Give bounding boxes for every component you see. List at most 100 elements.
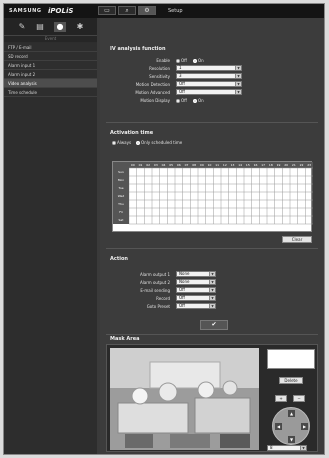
zoom-in-button[interactable]: + bbox=[275, 395, 287, 402]
radio-label: Always bbox=[117, 140, 132, 145]
schedule-grid[interactable]: 00 01 02 03 04 05 06 07 08 09 10 11 12 13 14 15 16 17 18 19… bbox=[112, 161, 313, 232]
hour-header-cell: 06 bbox=[176, 163, 181, 167]
email-sending-select[interactable]: Off ▼ bbox=[176, 287, 216, 293]
left-arrow-icon[interactable]: ◀ bbox=[275, 423, 282, 430]
alarm-output-2-value: None bbox=[179, 279, 190, 284]
chevron-down-icon: ▼ bbox=[235, 74, 241, 78]
search-icon[interactable]: ⌕ bbox=[118, 6, 136, 15]
goto-preset-label: Goto Preset bbox=[146, 304, 170, 309]
motion-display-off-radio[interactable]: Off bbox=[176, 98, 187, 103]
hour-header-cell: 11 bbox=[215, 163, 220, 167]
hour-header-cell: 10 bbox=[207, 163, 212, 167]
action-title: Action bbox=[110, 256, 128, 262]
resolution-value: 1 bbox=[179, 65, 182, 70]
document-icon[interactable]: ▤ bbox=[34, 22, 46, 32]
delete-button[interactable]: Delete bbox=[279, 377, 303, 384]
apply-button[interactable]: ✔ bbox=[200, 320, 228, 330]
sidebar-menu: FTP / E-mail SD record Alarm input 1 Ala… bbox=[4, 43, 97, 97]
schedule-grid-lines bbox=[128, 167, 313, 225]
resolution-select[interactable]: 1 ▼ bbox=[176, 65, 242, 71]
down-arrow-icon[interactable]: ▼ bbox=[288, 436, 295, 443]
right-arrow-icon[interactable]: ▶ bbox=[301, 423, 308, 430]
enable-on-radio[interactable]: On bbox=[193, 58, 204, 63]
clear-button[interactable]: Clear bbox=[282, 236, 312, 243]
motion-advanced-value: Off bbox=[179, 89, 185, 94]
monitor-icon[interactable]: ▭ bbox=[98, 6, 116, 15]
divider bbox=[106, 334, 318, 335]
hour-header-cell: 21 bbox=[291, 163, 296, 167]
sidebar: ✎ ▤ ● ✱ Event FTP / E-mail SD record Ala… bbox=[4, 18, 97, 454]
sensitivity-label: Sensitivity bbox=[149, 74, 170, 79]
settings-icon[interactable]: ✱ bbox=[74, 22, 86, 32]
chevron-down-icon: ▼ bbox=[235, 66, 241, 70]
sensitivity-select[interactable]: 3 ▼ bbox=[176, 73, 242, 79]
sidebar-item-alarm-input-2[interactable]: Alarm input 2 bbox=[4, 70, 97, 79]
motion-detection-value: Off bbox=[179, 81, 185, 86]
resolution-label: Resolution bbox=[149, 66, 170, 71]
chevron-down-icon: ▼ bbox=[209, 304, 215, 308]
hour-header-cell: 02 bbox=[146, 163, 151, 167]
alarm-output-2-select[interactable]: None ▼ bbox=[176, 279, 216, 285]
mask-area-panel: Delete + − ▲ ▼ ◀ ▶ 8 ▼ bbox=[106, 344, 318, 452]
day-label: Thu bbox=[113, 200, 129, 208]
person-icon[interactable]: ● bbox=[54, 22, 66, 32]
motion-display-on-radio[interactable]: On bbox=[193, 98, 204, 103]
record-value: Off bbox=[179, 295, 185, 300]
wrench-icon[interactable]: ✎ bbox=[16, 22, 28, 32]
motion-advanced-select[interactable]: Off ▼ bbox=[176, 89, 242, 95]
hour-header-cell: 07 bbox=[184, 163, 189, 167]
page-title: Setup bbox=[168, 8, 183, 14]
mask-list-box[interactable] bbox=[267, 349, 315, 369]
sidebar-item-alarm-input-1[interactable]: Alarm input 1 bbox=[4, 61, 97, 70]
preset-select[interactable]: 8 ▼ bbox=[267, 445, 307, 451]
sidebar-icon-row: ✎ ▤ ● ✱ bbox=[4, 18, 97, 36]
radio-dot bbox=[136, 141, 140, 145]
gear-icon[interactable]: ⚙ bbox=[138, 6, 156, 15]
brand-name: SAMSUNG bbox=[9, 8, 42, 14]
email-sending-value: Off bbox=[179, 287, 185, 292]
enable-off-radio[interactable]: Off bbox=[176, 58, 187, 63]
radio-dot bbox=[176, 59, 180, 63]
always-radio[interactable]: Always bbox=[112, 140, 131, 145]
motion-detection-select[interactable]: Off ▼ bbox=[176, 81, 242, 87]
enable-label: Enable bbox=[156, 58, 170, 63]
radio-label: Off bbox=[181, 58, 187, 63]
divider bbox=[106, 248, 318, 249]
hour-header-cell: 23 bbox=[307, 163, 312, 167]
hour-header-cell: 14 bbox=[238, 163, 243, 167]
camera-preview[interactable] bbox=[110, 348, 259, 450]
hour-header-cell: 17 bbox=[261, 163, 266, 167]
goto-preset-select[interactable]: Off ▼ bbox=[176, 303, 216, 309]
hour-header-cell: 12 bbox=[222, 163, 227, 167]
motion-display-label: Motion Display bbox=[140, 98, 170, 103]
alarm-output-1-select[interactable]: None ▼ bbox=[176, 271, 216, 277]
record-select[interactable]: Off ▼ bbox=[176, 295, 216, 301]
radio-dot bbox=[112, 141, 116, 145]
iv-function-title: IV analysis function bbox=[110, 46, 166, 52]
chevron-down-icon: ▼ bbox=[235, 82, 241, 86]
hour-header-cell: 16 bbox=[253, 163, 258, 167]
day-label: Wed bbox=[113, 192, 129, 200]
mask-area-title: Mask Area bbox=[110, 336, 140, 342]
up-arrow-icon[interactable]: ▲ bbox=[288, 410, 295, 417]
sidebar-item-sd-record[interactable]: SD record bbox=[4, 52, 97, 61]
top-bar: SAMSUNG iPOLiS ▭ ⌕ ⚙ Setup bbox=[4, 4, 324, 18]
sidebar-item-video-analysis[interactable]: Video analysis bbox=[4, 79, 97, 88]
zoom-out-button[interactable]: − bbox=[293, 395, 305, 402]
chevron-down-icon: ▼ bbox=[209, 288, 215, 292]
radio-dot bbox=[193, 59, 197, 63]
preset-value: 8 bbox=[270, 445, 273, 450]
radio-label: On bbox=[198, 98, 204, 103]
alarm-output-1-value: None bbox=[179, 271, 190, 276]
alarm-output-2-label: Alarm output 2 bbox=[139, 280, 170, 285]
chevron-down-icon: ▼ bbox=[209, 296, 215, 300]
radio-dot bbox=[176, 99, 180, 103]
goto-preset-value: Off bbox=[179, 303, 185, 308]
day-label: Sun bbox=[113, 168, 129, 176]
day-label: Fri bbox=[113, 208, 129, 216]
sidebar-item-time-schedule[interactable]: Time schedule bbox=[4, 88, 97, 97]
sidebar-item-ftp-email[interactable]: FTP / E-mail bbox=[4, 43, 97, 52]
alarm-output-1-label: Alarm output 1 bbox=[139, 272, 170, 277]
divider bbox=[106, 122, 318, 123]
scheduled-time-radio[interactable]: Only scheduled time bbox=[136, 140, 182, 145]
